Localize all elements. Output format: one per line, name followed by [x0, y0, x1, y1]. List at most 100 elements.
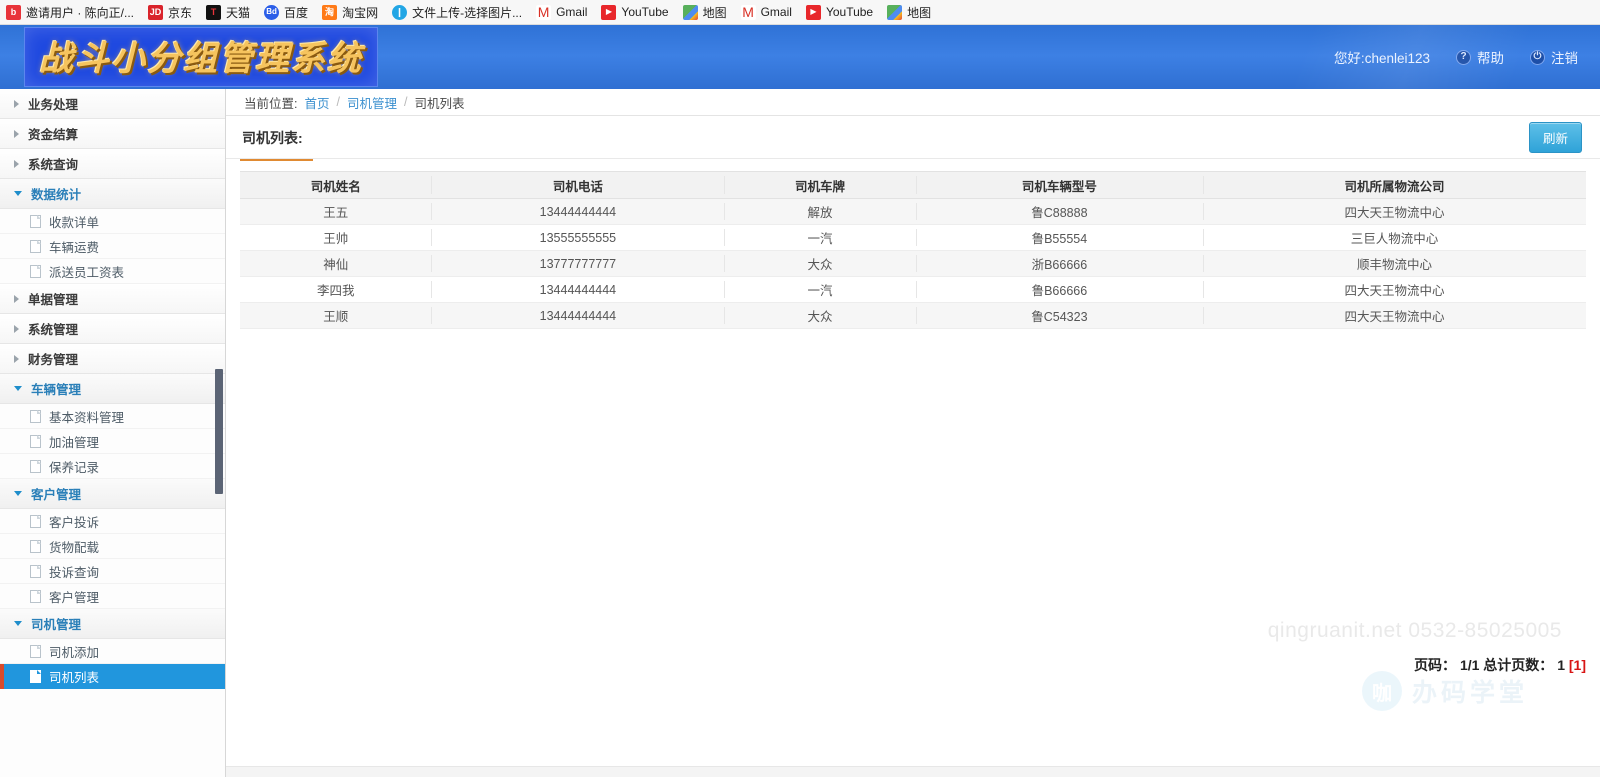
chevron-right-icon [14, 354, 19, 363]
document-icon [30, 239, 41, 253]
table-cell: 大众 [724, 302, 916, 329]
breadcrumb-parent-link[interactable]: 司机管理 [347, 93, 397, 112]
table-cell: 王五 [240, 198, 432, 225]
sidebar-item-label: 司机列表 [49, 670, 100, 685]
table-cell: 三巨人物流中心 [1203, 224, 1586, 251]
bookmark-item[interactable]: b 邀请用户 · 陈向正/... [6, 4, 134, 21]
sidebar-group-9[interactable]: 司机管理 [0, 609, 225, 639]
help-label: 帮助 [1477, 51, 1504, 66]
sidebar-item[interactable]: 基本资料管理 [0, 404, 225, 429]
table-column-header: 司机车牌 [724, 171, 916, 199]
sidebar-item-active[interactable]: 司机列表 [0, 663, 225, 689]
bookmark-item[interactable]: 地图 [682, 4, 727, 21]
document-icon [30, 589, 41, 603]
body-wrapper: 业务处理 资金结算 系统查询 数据统计 收款详单车辆运费派送员工资表单据管理系统管理 财务… [0, 89, 1600, 777]
bookmark-item[interactable]: T 天猫 [206, 4, 250, 21]
app-header: 战斗小分组管理系统 您好:chenlei123 ? 帮助 ⏻ 注销 [0, 25, 1600, 89]
sidebar-item-label: 货物配载 [49, 540, 100, 555]
sidebar-item-label: 车辆运费 [49, 240, 100, 255]
sidebar-item[interactable]: 客户投诉 [0, 509, 225, 534]
table-cell: 13555555555 [431, 224, 725, 251]
sidebar-item-label: 投诉查询 [49, 565, 100, 580]
sidebar-item[interactable]: 客户管理 [0, 584, 225, 609]
table-cell: 四大天王物流中心 [1203, 198, 1586, 225]
sidebar-group: 数据统计 收款详单车辆运费派送员工资表 [0, 179, 225, 284]
breadcrumb-prefix: 当前位置: [244, 96, 298, 111]
breadcrumb-separator-1: / [336, 95, 340, 109]
sidebar-group-6[interactable]: 财务管理 [0, 344, 225, 374]
bookmark-label: 文件上传-选择图片... [412, 5, 523, 20]
breadcrumb-home-link[interactable]: 首页 [304, 93, 329, 112]
app-logo-text: 战斗小分组管理系统 [39, 39, 363, 79]
sidebar-group-label: 单据管理 [28, 293, 79, 307]
table-cell: 浙B66666 [915, 250, 1204, 277]
bookmark-item[interactable]: Bd 百度 [264, 4, 308, 21]
bookmark-item[interactable]: 地图 [887, 4, 931, 21]
bookmark-label: Gmail [556, 5, 588, 19]
bookmark-item[interactable]: ▶ YouTube [601, 4, 669, 20]
sidebar-item[interactable]: 保养记录 [0, 454, 225, 479]
watermark-logo-label: 办码学堂 [1411, 679, 1528, 707]
sidebar-menu: 业务处理 资金结算 系统查询 数据统计 收款详单车辆运费派送员工资表单据管理系统管理 财务… [0, 89, 225, 689]
sidebar-item[interactable]: 货物配载 [0, 534, 225, 559]
table-cell: 神仙 [240, 250, 432, 277]
logout-button[interactable]: ⏻ 注销 [1530, 47, 1578, 67]
question-mark-icon: ? [1456, 49, 1471, 65]
table-row[interactable]: 王五 13444444444 解放 鲁C88888 四大天王物流中心 [240, 198, 1586, 225]
sidebar-group: 财务管理 [0, 344, 225, 374]
sidebar-group-label: 车辆管理 [31, 383, 82, 397]
sidebar-group-3[interactable]: 数据统计 [0, 179, 225, 209]
sidebar-item[interactable]: 收款详单 [0, 209, 225, 234]
bookmark-item[interactable]: ▶ YouTube [805, 4, 874, 20]
bookmark-item[interactable]: M Gmail [740, 4, 792, 20]
sidebar-item[interactable]: 司机添加 [0, 639, 225, 664]
bookmark-item[interactable]: 淘淘宝网 [322, 4, 378, 21]
sidebar-item-label: 保养记录 [49, 460, 100, 475]
table-row[interactable]: 神仙 13777777777 大众 浙B66666 顺丰物流中心 [240, 250, 1586, 277]
table-cell: 13444444444 [431, 276, 725, 303]
sidebar-item[interactable]: 派送员工资表 [0, 259, 225, 284]
bookmark-item[interactable]: ❙ 文件上传-选择图片... [392, 4, 522, 21]
table-cell: 鲁C88888 [915, 198, 1204, 225]
sidebar-navigation: 业务处理 资金结算 系统查询 数据统计 收款详单车辆运费派送员工资表单据管理系统管理 财务… [0, 89, 226, 777]
bookmark-label: 百度 [284, 5, 309, 20]
gmail-icon: M [536, 4, 552, 20]
sidebar-group: 系统查询 [0, 149, 225, 179]
help-button[interactable]: ? 帮助 [1456, 47, 1504, 67]
pagination-current-page[interactable]: [1] [1569, 657, 1586, 673]
sidebar-group-5[interactable]: 系统管理 [0, 314, 225, 344]
sidebar-group-7[interactable]: 车辆管理 [0, 374, 225, 404]
bookmark-label: 地图 [702, 5, 727, 20]
main-content: 当前位置: 首页 / 司机管理 / 司机列表 司机列表: 刷新 司机姓名 司机电话… [226, 89, 1600, 777]
sidebar-group-8[interactable]: 客户管理 [0, 479, 225, 509]
document-icon [30, 409, 41, 423]
bookmark-label: YouTube [825, 5, 874, 19]
sidebar-group-2[interactable]: 系统查询 [0, 149, 225, 179]
baidu-icon: Bd [264, 4, 280, 20]
table-cell: 顺丰物流中心 [1203, 250, 1586, 277]
watermark-text: qingruanit.net 0532-85025005 [1267, 619, 1562, 642]
browser-bookmarks-bar: b 邀请用户 · 陈向正/... JD 京东 T 天猫 Bd 百度淘淘宝网 ❙ 文件上传-选择图片… [0, 0, 1600, 25]
bookmark-item[interactable]: JD 京东 [148, 4, 192, 21]
table-column-header: 司机所属物流公司 [1203, 171, 1586, 199]
sidebar-group-0[interactable]: 业务处理 [0, 89, 225, 119]
table-cell: 鲁B66666 [915, 276, 1204, 303]
sidebar-item[interactable]: 车辆运费 [0, 234, 225, 259]
sidebar-group-1[interactable]: 资金结算 [0, 119, 225, 149]
table-row[interactable]: 王顺 13444444444 大众 鲁C54323 四大天王物流中心 [240, 302, 1586, 329]
sidebar-scrollbar[interactable] [215, 369, 223, 494]
table-row[interactable]: 王帅 13555555555 一汽 鲁B55554 三巨人物流中心 [240, 224, 1586, 251]
bookmark-item[interactable]: M Gmail [536, 4, 588, 20]
watermark-logo-mark: 咖 [1361, 671, 1402, 711]
table-cell: 鲁B55554 [915, 224, 1204, 251]
document-icon [30, 264, 41, 278]
bookmark-label: 京东 [168, 5, 193, 20]
sidebar-item[interactable]: 加油管理 [0, 429, 225, 454]
sidebar-group: 业务处理 [0, 89, 225, 119]
table-body: 王五 13444444444 解放 鲁C88888 四大天王物流中心 王帅 13555555… [240, 198, 1586, 329]
chevron-down-icon [14, 491, 22, 496]
sidebar-group-4[interactable]: 单据管理 [0, 284, 225, 314]
table-row[interactable]: 李四我 13444444444 一汽 鲁B66666 四大天王物流中心 [240, 276, 1586, 303]
sidebar-item[interactable]: 投诉查询 [0, 559, 225, 584]
refresh-button[interactable]: 刷新 [1528, 121, 1582, 153]
